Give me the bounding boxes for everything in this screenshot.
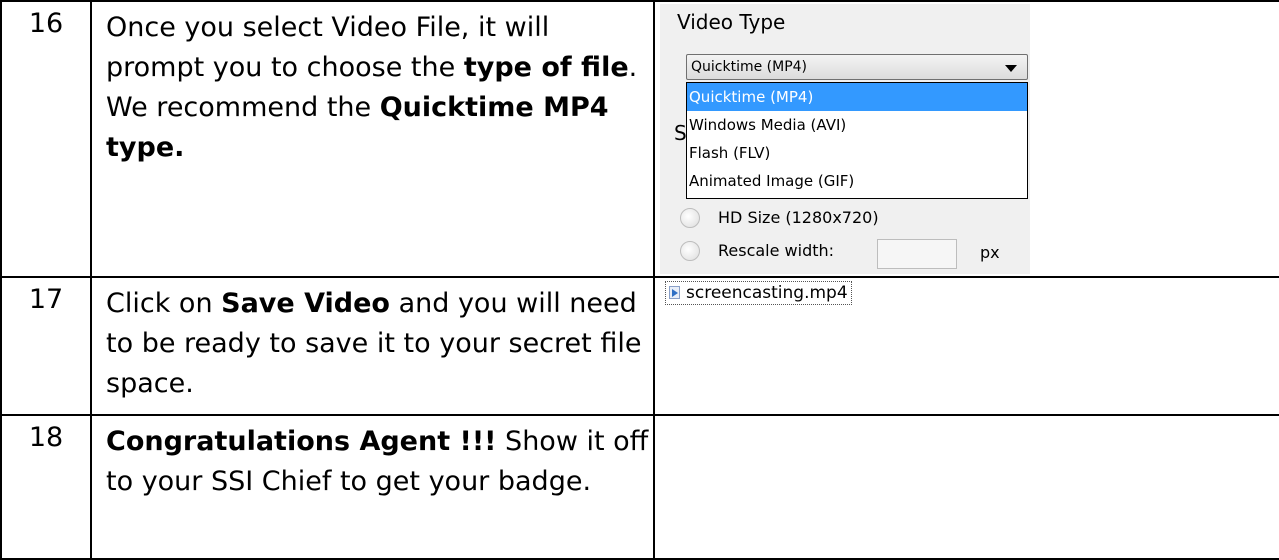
step-screenshot-cell bbox=[653, 414, 1279, 560]
step-number: 18 bbox=[0, 414, 92, 560]
step-row-17: 17 Click on Save Video and you will need… bbox=[0, 276, 1279, 416]
step-number: 16 bbox=[0, 0, 92, 278]
video-type-option[interactable]: Windows Media (AVI) bbox=[687, 111, 1027, 139]
step-text-bold: Save Video bbox=[221, 288, 390, 319]
step-screenshot-cell: screencasting.mp4 bbox=[653, 276, 1279, 416]
steps-table: 16 Once you select Video File, it will p… bbox=[0, 0, 1279, 560]
step-description: Congratulations Agent !!! Show it off to… bbox=[90, 414, 655, 560]
video-type-panel: Video Type Quicktime (MP4) S Quicktime (… bbox=[660, 4, 1030, 274]
radio-button-rescale[interactable] bbox=[680, 241, 700, 261]
step-description: Click on Save Video and you will need to… bbox=[90, 276, 655, 416]
video-type-option[interactable]: Animated Image (GIF) bbox=[687, 167, 1027, 195]
chevron-down-icon[interactable] bbox=[1005, 65, 1017, 72]
file-name: screencasting.mp4 bbox=[686, 283, 848, 303]
step-text: Click on bbox=[106, 288, 222, 319]
video-type-options-list[interactable]: Quicktime (MP4) Windows Media (AVI) Flas… bbox=[686, 82, 1028, 199]
step-description: Once you select Video File, it will prom… bbox=[90, 0, 655, 278]
rescale-width-input[interactable] bbox=[877, 239, 957, 269]
media-file-icon bbox=[668, 286, 682, 300]
step-number: 17 bbox=[0, 276, 92, 416]
video-type-title: Video Type bbox=[677, 10, 786, 34]
video-type-option[interactable]: Quicktime (MP4) bbox=[687, 83, 1027, 111]
section-label-partial: S bbox=[674, 121, 687, 145]
radio-hd-label: HD Size (1280x720) bbox=[718, 208, 879, 227]
video-type-option[interactable]: Flash (FLV) bbox=[687, 139, 1027, 167]
px-unit-label: px bbox=[980, 243, 1000, 262]
step-row-16: 16 Once you select Video File, it will p… bbox=[0, 0, 1279, 278]
step-row-18: 18 Congratulations Agent !!! Show it off… bbox=[0, 414, 1279, 560]
step-text-bold: Congratulations Agent !!! bbox=[106, 426, 497, 457]
radio-button-hd[interactable] bbox=[680, 208, 700, 228]
radio-rescale-label: Rescale width: bbox=[718, 241, 835, 260]
saved-file-item[interactable]: screencasting.mp4 bbox=[665, 281, 852, 305]
step-text-bold: type of file bbox=[463, 52, 629, 83]
video-type-select[interactable]: Quicktime (MP4) bbox=[686, 54, 1028, 80]
video-type-selected-value: Quicktime (MP4) bbox=[691, 59, 808, 75]
step-screenshot-cell: Video Type Quicktime (MP4) S Quicktime (… bbox=[653, 0, 1279, 278]
